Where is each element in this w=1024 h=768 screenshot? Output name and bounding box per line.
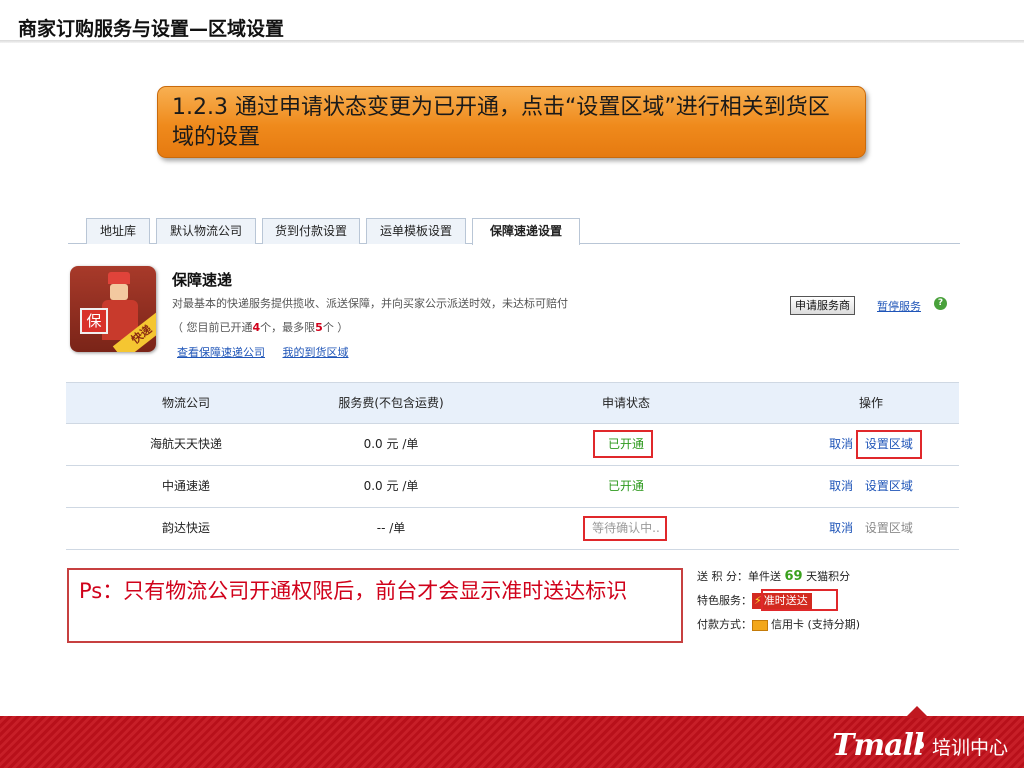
table-row: 海航天天快递 0.0 元 /单 已开通 取消 设置区域 [66,424,959,466]
payment-line: 付款方式： 信用卡 (支持分期) [697,614,919,638]
points-value: 69 [784,569,803,584]
apply-provider-button[interactable]: 申请服务商 [790,296,855,315]
tab-default-logistics[interactable]: 默认物流公司 [156,218,256,244]
header-company: 物流公司 [161,396,210,410]
instruction-callout: 1.2.3 通过申请状态变更为已开通，点击“设置区域”进行相关到货区域的设置 [157,86,866,158]
tab-waybill-template[interactable]: 运单模板设置 [366,218,466,244]
row-actions: 取消 设置区域 [796,466,946,507]
help-icon[interactable]: ? [934,297,947,310]
points-line: 送 积 分：单件送 69 天猫积分 [697,566,919,590]
service-fee: 0.0 元 /单 [363,479,419,493]
logistics-table: 物流公司 服务费(不包含运费) 申请状态 操作 海航天天快递 0.0 元 /单 … [66,382,959,550]
logo-badge: 保 [80,308,108,334]
cancel-link[interactable]: 取消 [829,437,853,451]
count-max: 5 [315,321,323,334]
highlight-set-region [856,430,922,459]
separator-dot [916,741,924,749]
tab-cod-settings[interactable]: 货到付款设置 [262,218,360,244]
table-header: 物流公司 服务费(不包含运费) 申请状态 操作 [66,382,959,424]
service-name: 保障速递 [172,271,233,289]
service-description: 对最基本的快递服务提供揽收、派送保障，并向买家公示派送时效，未达标可赔付 [172,297,568,310]
tmall-logo: Tmall [832,728,924,763]
guaranteed-express-logo: 保 快递 [70,266,156,352]
training-center-label: 培训中心 [932,737,1009,759]
header-action: 操作 [858,396,883,410]
set-region-link[interactable]: 设置区域 [865,479,913,493]
row-actions: 取消 设置区域 [796,508,946,549]
feature-label: 特色服务： [697,594,752,607]
service-links: 查看保障速递公司 我的到货区域 [177,344,363,360]
cancel-link[interactable]: 取消 [829,521,853,535]
header-status: 申请状态 [601,396,650,410]
footer-notch [905,706,929,718]
highlight-status-waiting [583,516,667,541]
table-row: 中通速递 0.0 元 /单 已开通 取消 设置区域 [66,466,959,508]
service-fee: 0.0 元 /单 [363,437,419,451]
cancel-link[interactable]: 取消 [829,479,853,493]
points-label: 送 积 分： [697,570,748,583]
service-fee: -- /单 [376,521,406,535]
count-mid: 个，最多限 [260,321,316,334]
slide: 商家订购服务与设置—区域设置 1.2.3 通过申请状态变更为已开通，点击“设置区… [0,0,1024,768]
set-region-link-disabled: 设置区域 [864,521,913,535]
highlight-status-open [593,430,653,458]
header-fee: 服务费(不包含运费) [338,396,444,410]
credit-card-icon [752,619,768,631]
courier-hat [108,272,130,284]
ps-note: Ps：只有物流公司开通权限后，前台才会显示准时送达标识 [67,568,683,643]
pause-service-link[interactable]: 暂停服务 [877,298,921,314]
count-suffix: 个 ） [322,321,349,334]
company-name: 韵达快运 [161,521,210,535]
pay-value: 信用卡 (支持分期) [771,618,861,631]
count-prefix: （ 您目前已开通 [172,321,253,334]
points-prefix: 单件送 [748,570,785,583]
slide-title: 商家订购服务与设置—区域设置 [18,18,285,40]
tab-address-library[interactable]: 地址库 [86,218,150,244]
view-express-companies-link[interactable]: 查看保障速递公司 [177,346,265,359]
count-open: 4 [252,321,261,334]
pay-label: 付款方式： [697,618,752,631]
points-suffix: 天猫积分 [802,570,851,583]
title-divider [0,40,1024,43]
company-name: 中通速递 [161,479,210,493]
apply-status: 已开通 [607,479,644,493]
my-delivery-regions-link[interactable]: 我的到货区域 [283,346,349,359]
settings-tabs: 地址库 默认物流公司 货到付款设置 运单模板设置 保障速递设置 [68,218,960,245]
table-row: 韵达快运 -- /单 等待确认中.. 取消 设置区域 [66,508,959,550]
courier-face [110,284,128,300]
service-count: （ 您目前已开通4个，最多限5个 ） [172,319,348,335]
highlight-ontime-badge [761,589,838,611]
company-name: 海航天天快递 [149,437,222,451]
tab-guaranteed-express[interactable]: 保障速递设置 [472,218,580,245]
